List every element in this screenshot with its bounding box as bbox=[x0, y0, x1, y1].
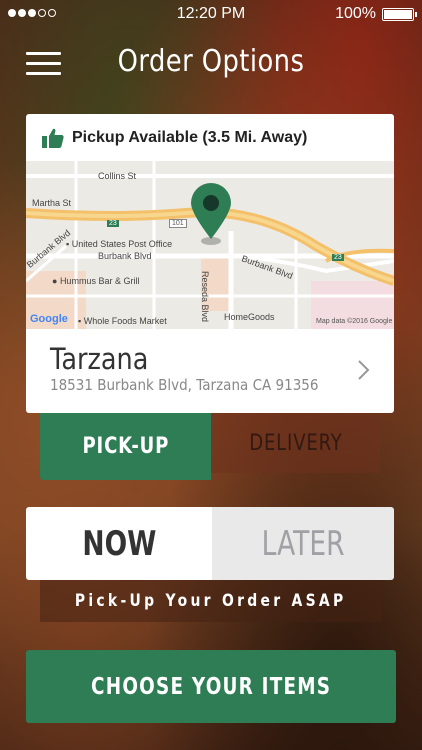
map-street-label: Burbank Blvd bbox=[98, 251, 152, 261]
pickup-availability: Pickup Available (3.5 Mi. Away) bbox=[26, 114, 394, 161]
chevron-right-icon[interactable] bbox=[358, 360, 370, 380]
map-poi-label: ● Hummus Bar & Grill bbox=[52, 276, 140, 286]
choose-items-button[interactable]: CHOOSE YOUR ITEMS bbox=[26, 650, 396, 723]
page-title: Order Options bbox=[117, 44, 305, 79]
later-option[interactable]: LATER bbox=[212, 507, 394, 580]
map-attribution: Map data ©2016 Google bbox=[316, 318, 393, 325]
google-logo: Google bbox=[30, 313, 68, 325]
map-poi-label: HomeGoods bbox=[224, 312, 275, 322]
status-bar: 12:20 PM 100% bbox=[0, 0, 422, 28]
location-map[interactable]: 23 101 23 Collins St Martha St Burbank B… bbox=[26, 161, 394, 329]
map-street-label: Martha St bbox=[32, 198, 72, 208]
now-option[interactable]: NOW bbox=[26, 507, 212, 580]
highway-shield: 23 bbox=[107, 220, 119, 227]
pickup-availability-text: Pickup Available (3.5 Mi. Away) bbox=[72, 128, 308, 146]
highway-shield: 23 bbox=[332, 254, 344, 261]
map-poi-label: ▪ United States Post Office bbox=[66, 239, 173, 249]
location-card[interactable]: Pickup Available (3.5 Mi. Away) 23 101 2… bbox=[26, 114, 394, 413]
delivery-option[interactable]: DELIVERY bbox=[211, 413, 380, 473]
map-poi-label: ▪ Whole Foods Market bbox=[78, 316, 167, 326]
map-street-label: Collins St bbox=[98, 171, 137, 181]
timing-toggle: NOW LATER bbox=[26, 507, 394, 580]
location-address: 18531 Burbank Blvd, Tarzana CA 91356 bbox=[50, 376, 319, 394]
battery-icon bbox=[382, 8, 417, 21]
thumbs-up-icon bbox=[42, 128, 64, 148]
battery-percentage: 100% bbox=[335, 5, 376, 22]
fulfillment-toggle: PICK-UP DELIVERY bbox=[40, 413, 380, 480]
highway-shield-101: 101 bbox=[169, 219, 187, 228]
pickup-option[interactable]: PICK-UP bbox=[40, 413, 211, 480]
timing-note: Pick-Up Your Order ASAP bbox=[40, 580, 382, 622]
location-name: Tarzana bbox=[50, 342, 149, 376]
map-street-label: Reseda Blvd bbox=[200, 271, 210, 323]
